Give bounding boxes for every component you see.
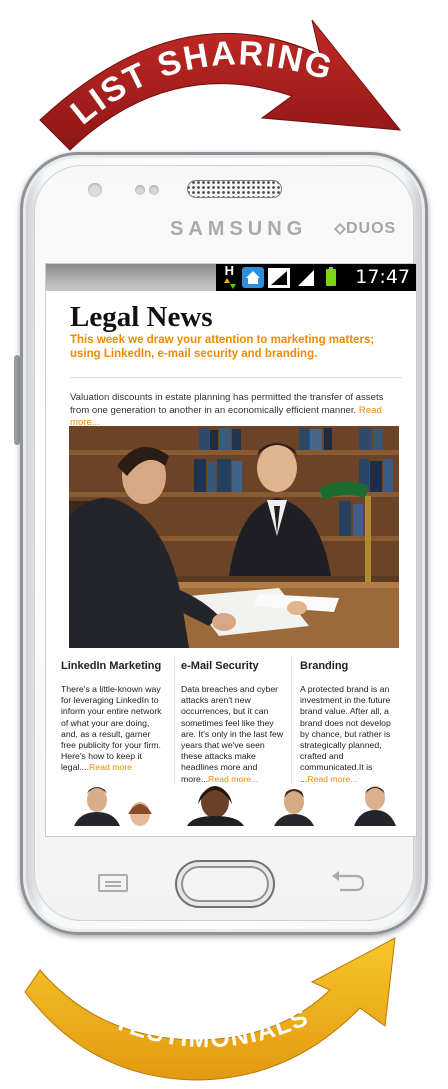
earpiece-speaker [187, 180, 282, 198]
front-camera-dot [149, 185, 159, 195]
phone-screen: H 17:47 Legal News This week we draw you… [46, 264, 416, 836]
network-type-label: H [224, 264, 234, 278]
newsletter-subtitle: This week we draw your attention to mark… [70, 334, 375, 360]
battery-icon [326, 267, 336, 286]
column-body: There's a little-known way for leveragin… [61, 684, 165, 774]
newsletter-title: Legal News [70, 301, 213, 333]
divider [70, 377, 402, 378]
lawyers-meeting-photo [69, 426, 399, 648]
proximity-sensor [88, 183, 102, 197]
menu-key-icon[interactable] [98, 874, 128, 892]
testimonials-arrow: TESTIMONIALS [24, 937, 396, 1081]
people-photo-strip [62, 784, 402, 826]
intro-paragraph: Valuation discounts in estate planning h… [70, 392, 402, 430]
list-sharing-arrow: LIST SHARING [39, 19, 402, 151]
read-more-link[interactable]: Read more... [307, 774, 357, 784]
column-text: Data breaches and cyber attacks aren't n… [181, 684, 284, 784]
column-divider [174, 656, 175, 788]
column-body: A protected brand is an investment in th… [300, 684, 400, 785]
data-arrows-icon [224, 278, 236, 289]
column-heading: e-Mail Security [181, 660, 259, 672]
back-key-icon[interactable] [330, 870, 366, 892]
column-body: Data breaches and cyber attacks aren't n… [181, 684, 285, 785]
home-notification-icon [242, 267, 264, 288]
column-heading: LinkedIn Marketing [61, 660, 162, 672]
status-time: 17:47 [355, 266, 410, 288]
signal-sim1-icon [268, 268, 290, 288]
read-more-link[interactable]: Read more... [208, 774, 258, 784]
read-more-link[interactable]: Read more [89, 762, 132, 772]
front-camera-dot [135, 185, 145, 195]
phone-brand: SAMSUNG [170, 218, 308, 240]
phone-model: DUOS [346, 220, 397, 237]
duos-diamond-icon [334, 223, 346, 235]
column-text: There's a little-known way for leveragin… [61, 684, 162, 773]
signal-sim2-icon [298, 270, 314, 286]
home-button[interactable] [175, 860, 275, 908]
column-divider [291, 656, 292, 788]
status-bar: H 17:47 [46, 264, 416, 291]
column-text: A protected brand is an investment in th… [300, 684, 391, 784]
intro-text: Valuation discounts in estate planning h… [70, 392, 384, 416]
column-heading: Branding [300, 660, 349, 672]
